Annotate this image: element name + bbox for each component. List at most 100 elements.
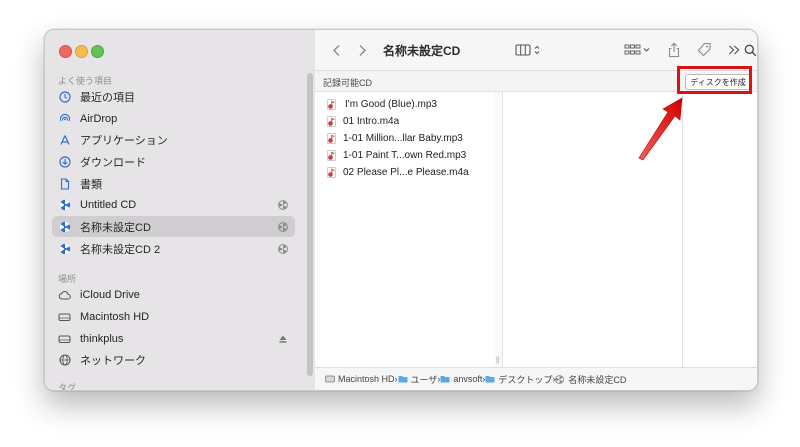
file-item[interactable]: 02 Please Pl...e Please.m4a [325,164,469,181]
audio-file-icon [325,115,337,128]
file-name: 02 Please Pl...e Please.m4a [343,167,469,178]
burn-icon[interactable] [277,199,289,211]
path-item-label: 名称未設定CD [568,374,627,385]
path-item[interactable]: デスクトップ [485,373,552,386]
download-icon [58,155,71,168]
burn-icon[interactable] [277,243,289,255]
cd-icon [58,220,71,233]
disk-icon [325,375,335,384]
audio-file-icon [325,132,337,145]
back-button[interactable] [329,42,343,58]
file-name: I'm Good (Blue).mp3 [345,99,437,110]
group-grid-icon [624,44,650,55]
path-item[interactable]: anvsoft [440,374,482,384]
sidebar-item-label: ネットワーク [80,354,146,367]
sidebar-item-applications[interactable]: アプリケーション [52,129,295,150]
audio-file-icon [325,166,337,179]
file-column: I'm Good (Blue).mp3 01 Intro.m4a 1-01 Mi… [315,92,495,367]
path-bar: Macintosh HD › ユーザ › anvsoft › デスクトップ › … [315,367,757,390]
path-item[interactable]: ユーザ [398,373,438,386]
chevron-left-icon [332,44,339,56]
share-button[interactable] [666,41,682,59]
applications-icon [58,133,71,146]
file-item[interactable]: 01 Intro.m4a [325,113,399,130]
window-title: 名称未設定CD [383,44,461,58]
more-toolbar-button[interactable] [727,42,741,58]
column-resize-handle[interactable]: || [494,92,503,367]
tags-heading: タグ [58,383,77,391]
tag-button[interactable] [695,41,713,59]
path-item-label: ユーザ [410,374,438,385]
close-window-button[interactable] [59,45,72,58]
document-icon [58,177,71,190]
sidebar-item-label: 最近の項目 [80,91,135,104]
path-item[interactable]: 名称未設定CD [555,373,626,386]
sidebar-item-thinkplus[interactable]: thinkplus [52,328,295,349]
file-item[interactable]: I'm Good (Blue).mp3 [325,96,437,113]
grip-icon: || [496,357,500,364]
sidebar-item-untitled-cd-2[interactable]: 名称未設定CD 2 [52,238,295,259]
eject-icon[interactable] [277,333,289,345]
sidebar-item-network[interactable]: ネットワーク [52,349,295,370]
sidebar-item-label: 書類 [80,178,102,191]
finder-window: よく使う項目 最近の項目 AirDrop アプリケーション ダウンロード 書類 … [44,29,758,391]
sidebar-item-documents[interactable]: 書類 [52,173,295,194]
audio-file-icon [325,98,337,111]
sidebar-item-label: iCloud Drive [80,288,140,301]
toolbar: 名称未設定CD [315,30,757,70]
sidebar-item-untitled-cd-selected[interactable]: 名称未設定CD [52,216,295,237]
globe-icon [58,353,71,366]
cd-icon [58,242,71,255]
sidebar-scrollbar[interactable] [307,73,313,376]
sidebar-item-label: 名称未設定CD 2 [80,243,161,256]
forward-button[interactable] [355,42,369,58]
file-item[interactable]: 1-01 Million...llar Baby.mp3 [325,130,463,147]
tag-icon [697,42,711,57]
sidebar-item-label: AirDrop [80,112,118,125]
burn-icon [555,374,565,384]
file-name: 1-01 Million...llar Baby.mp3 [343,133,463,144]
file-item[interactable]: 1-01 Paint T...own Red.mp3 [325,147,466,164]
chevron-right-icon [359,44,366,56]
burn-icon[interactable] [277,221,289,233]
annotation-arrow-icon [638,97,683,161]
folder-icon [485,375,495,384]
sidebar-item-label: アプリケーション [80,134,168,147]
double-chevron-right-icon [729,45,740,55]
cd-icon [58,198,71,211]
path-item[interactable]: Macintosh HD [325,374,395,384]
zoom-window-button[interactable] [91,45,104,58]
sidebar-item-label: thinkplus [80,332,124,345]
sidebar-item-label: 名称未設定CD [80,221,151,234]
search-button[interactable] [743,42,757,58]
disk-icon [58,310,71,323]
file-name: 1-01 Paint T...own Red.mp3 [343,150,467,161]
sidebar-item-airdrop[interactable]: AirDrop [52,108,295,129]
sidebar: よく使う項目 最近の項目 AirDrop アプリケーション ダウンロード 書類 … [45,30,315,390]
columns-view-icon [515,44,540,56]
sidebar-item-downloads[interactable]: ダウンロード [52,151,295,172]
airdrop-icon [58,112,71,125]
disk-icon [58,332,71,345]
sidebar-item-recents[interactable]: 最近の項目 [52,86,295,107]
sidebar-item-label: Macintosh HD [80,310,150,323]
minimize-window-button[interactable] [75,45,88,58]
folder-icon [398,375,408,384]
cloud-icon [58,288,71,301]
clock-icon [58,90,71,103]
sidebar-item-label: ダウンロード [80,156,146,169]
group-button[interactable] [623,42,653,58]
share-icon [668,42,680,58]
path-item-label: anvsoft [453,374,483,384]
view-mode-button[interactable] [514,42,546,58]
sidebar-item-untitled-cd[interactable]: Untitled CD [52,194,295,215]
sidebar-item-macintosh-hd[interactable]: Macintosh HD [52,306,295,327]
path-item-label: デスクトップ [498,374,553,385]
search-icon [744,44,756,56]
folder-icon [440,375,450,384]
sidebar-item-icloud-drive[interactable]: iCloud Drive [52,284,295,305]
empty-column [695,92,757,367]
audio-file-icon [325,149,337,162]
recordable-cd-label: 記録可能CD [323,78,372,88]
path-item-label: Macintosh HD [338,374,395,384]
